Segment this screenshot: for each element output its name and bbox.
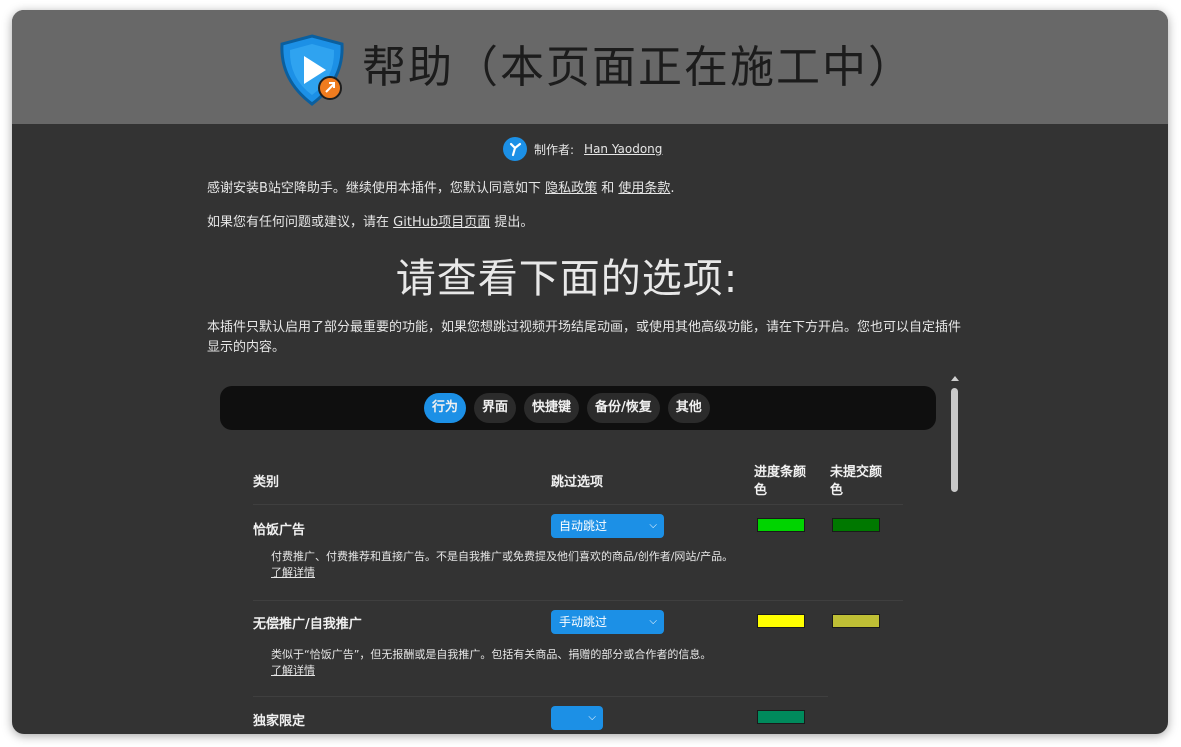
header-progress-color: 进度条颜色 (754, 465, 807, 498)
settings-tabbar: 行为 界面 快捷键 备份/恢复 其他 (220, 386, 936, 430)
privacy-policy-link[interactable]: 隐私政策 (545, 181, 597, 196)
sponsor-description-text: 付费推广、付费推荐和直接广告。不是自我推广或免费提及他们喜欢的商品/创作者/网站… (271, 550, 734, 563)
chevron-down-icon: ⌵ (649, 616, 657, 627)
sponsor-skip-select[interactable]: 自动跳过 ⌵ (551, 514, 664, 538)
selfpromo-description: 类似于“恰饭广告”，但无报酬或是自我推广。包括有关商品、捐赠的部分或合作者的信息… (271, 647, 741, 679)
category-sponsor-name: 恰饭广告 (253, 523, 306, 538)
options-heading: 请查看下面的选项: (395, 256, 739, 302)
feedback-suffix: 提出。 (494, 215, 534, 230)
terms-of-use-link[interactable]: 使用条款 (618, 181, 670, 196)
author-row: 制作者: Han Yaodong (502, 136, 662, 162)
author-label: 制作者: (534, 142, 575, 157)
selfpromo-description-text: 类似于“恰饭广告”，但无报酬或是自我推广。包括有关商品、捐赠的部分或合作者的信息… (271, 648, 712, 661)
selfpromo-learn-more-link[interactable]: 了解详情 (271, 664, 315, 677)
thanks-line: 感谢安装B站空降助手。继续使用本插件，您默认同意如下 隐私政策 和 使用条款. (207, 177, 675, 196)
page-header: 帮助（本页面正在施工中） (12, 10, 1168, 124)
intro-text: 本插件只默认启用了部分最重要的功能，如果您想跳过视频开场结尾动画，或使用其他高级… (207, 320, 962, 355)
github-link[interactable]: GitHub项目页面 (393, 215, 490, 230)
sponsor-learn-more-link[interactable]: 了解详情 (271, 566, 315, 579)
sponsor-description: 付费推广、付费推荐和直接广告。不是自我推广或免费提及他们喜欢的商品/创作者/网站… (271, 549, 741, 581)
tab-behavior[interactable]: 行为 (424, 393, 467, 423)
header-unsubmitted-color: 未提交颜色 (830, 465, 883, 498)
help-window: 帮助（本页面正在施工中） 制作者: Han Yaodong 感谢安装B站空降助手… (12, 10, 1168, 734)
author-link[interactable]: Han Yaodong (584, 142, 662, 156)
row-separator (253, 600, 903, 601)
selfpromo-progress-color-swatch[interactable] (757, 614, 805, 628)
and-text: 和 (601, 181, 615, 196)
selfpromo-skip-value: 手动跳过 (559, 615, 608, 629)
app-logo-icon (280, 34, 344, 106)
selfpromo-skip-select[interactable]: 手动跳过 ⌵ (551, 610, 664, 634)
chevron-down-icon: ⌵ (588, 712, 596, 723)
header-separator (253, 504, 903, 505)
category-exclusive-name: 独家限定 (253, 714, 306, 729)
sponsor-progress-color-swatch[interactable] (757, 518, 805, 532)
thanks-text: 感谢安装B站空降助手。继续使用本插件，您默认同意如下 (207, 181, 541, 196)
feedback-line: 如果您有任何问题或建议，请在 GitHub项目页面 提出。 (207, 211, 533, 230)
exclusive-progress-color-swatch[interactable] (757, 710, 805, 724)
tab-interface[interactable]: 界面 (474, 393, 517, 423)
tab-backup-restore[interactable]: 备份/恢复 (587, 393, 660, 423)
tab-other[interactable]: 其他 (667, 393, 710, 423)
row-separator (253, 696, 828, 697)
category-selfpromo-name: 无偿推广/自我推广 (253, 617, 362, 632)
sponsor-skip-value: 自动跳过 (559, 519, 608, 533)
scrollbar[interactable] (948, 374, 962, 734)
chevron-down-icon: ⌵ (649, 520, 657, 531)
period-text: . (670, 181, 675, 196)
header-category: 类别 (253, 475, 280, 490)
tab-shortcuts[interactable]: 快捷键 (524, 393, 580, 423)
selfpromo-unsubmitted-color-swatch[interactable] (832, 614, 880, 628)
scroll-up-icon[interactable] (951, 376, 959, 381)
scroll-thumb[interactable] (951, 388, 958, 492)
page-title: 帮助（本页面正在施工中） (362, 42, 914, 93)
author-avatar (503, 137, 527, 161)
sponsor-unsubmitted-color-swatch[interactable] (832, 518, 880, 532)
header-skip-option: 跳过选项 (551, 475, 604, 490)
feedback-text: 如果您有任何问题或建议，请在 (207, 215, 390, 230)
exclusive-skip-select[interactable]: ⌵ (551, 706, 603, 730)
